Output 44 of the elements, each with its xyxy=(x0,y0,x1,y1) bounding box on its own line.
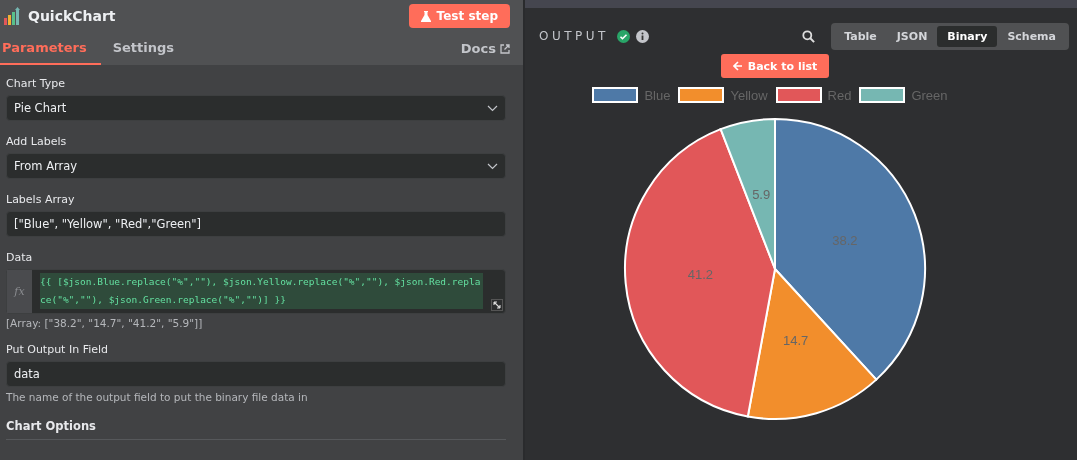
slice-value-label: 38.2 xyxy=(832,233,858,249)
field-label: Labels Array xyxy=(6,193,76,206)
legend-label: Red xyxy=(827,87,852,103)
field-hint: The name of the output field to put the binary file data in xyxy=(6,391,309,403)
panel-tab[interactable]: Parameters xyxy=(0,40,101,65)
text-field[interactable]: data xyxy=(6,361,506,387)
search-icon[interactable] xyxy=(802,29,816,43)
text-field[interactable]: ["Blue", "Yellow", "Red","Green"] xyxy=(6,211,506,237)
field-label: Chart Type xyxy=(6,77,66,90)
view-tab[interactable]: Table xyxy=(834,25,887,47)
info-icon[interactable] xyxy=(635,29,649,43)
slice-value-label: 41.2 xyxy=(687,267,713,283)
select-field[interactable]: From Array xyxy=(6,153,506,179)
view-tab[interactable]: JSON xyxy=(886,25,938,47)
field-label: Add Labels xyxy=(6,135,68,148)
external-link-icon xyxy=(500,43,510,54)
output-title: OUTPUT xyxy=(539,29,609,43)
flask-icon xyxy=(420,10,431,22)
expression-result: [Array: ["38.2", "14.7", "41.2", "5.9"]] xyxy=(6,317,204,329)
legend-label: Blue xyxy=(644,87,671,103)
expression-field[interactable]: fx {{ [$json.Blue.replace("%",""), $json.Yellow.replace("%",""), $json.Red.replace("%",""), $json.Green.replace("%","")] }} xyxy=(6,269,506,314)
expression-code: {{ [$json.Blue.replace("%",""), $json.Yellow.replace("%",""), $json.Red.replace("%",""), $json.Green.replace("%","")] }} xyxy=(40,273,483,309)
select-field[interactable]: Pie Chart xyxy=(6,95,506,121)
chevron-down-icon xyxy=(487,104,498,112)
chevron-down-icon xyxy=(487,162,498,170)
fx-label: fx xyxy=(14,285,25,298)
field-label: Data xyxy=(6,251,34,264)
test-step-button[interactable]: Test step xyxy=(408,4,510,28)
docs-link[interactable]: Docs xyxy=(460,41,510,65)
view-tab[interactable]: Binary xyxy=(937,25,998,47)
bar-chart-icon xyxy=(4,7,20,25)
slice-value-label: 5.9 xyxy=(752,186,771,202)
section-title: Chart Options xyxy=(6,419,97,433)
legend-label: Green xyxy=(911,87,948,103)
node-title: QuickChart xyxy=(28,8,117,24)
slice-value-label: 14.7 xyxy=(783,332,809,348)
arrow-left-icon xyxy=(732,61,743,71)
legend-label: Yellow xyxy=(730,87,768,103)
panel-tab[interactable]: Settings xyxy=(110,40,189,65)
expand-icon[interactable] xyxy=(491,299,503,311)
field-label: Put Output In Field xyxy=(6,343,110,356)
check-circle-icon xyxy=(616,29,630,43)
view-tab[interactable]: Schema xyxy=(997,25,1066,47)
back-to-list-button[interactable]: Back to list xyxy=(720,54,830,78)
